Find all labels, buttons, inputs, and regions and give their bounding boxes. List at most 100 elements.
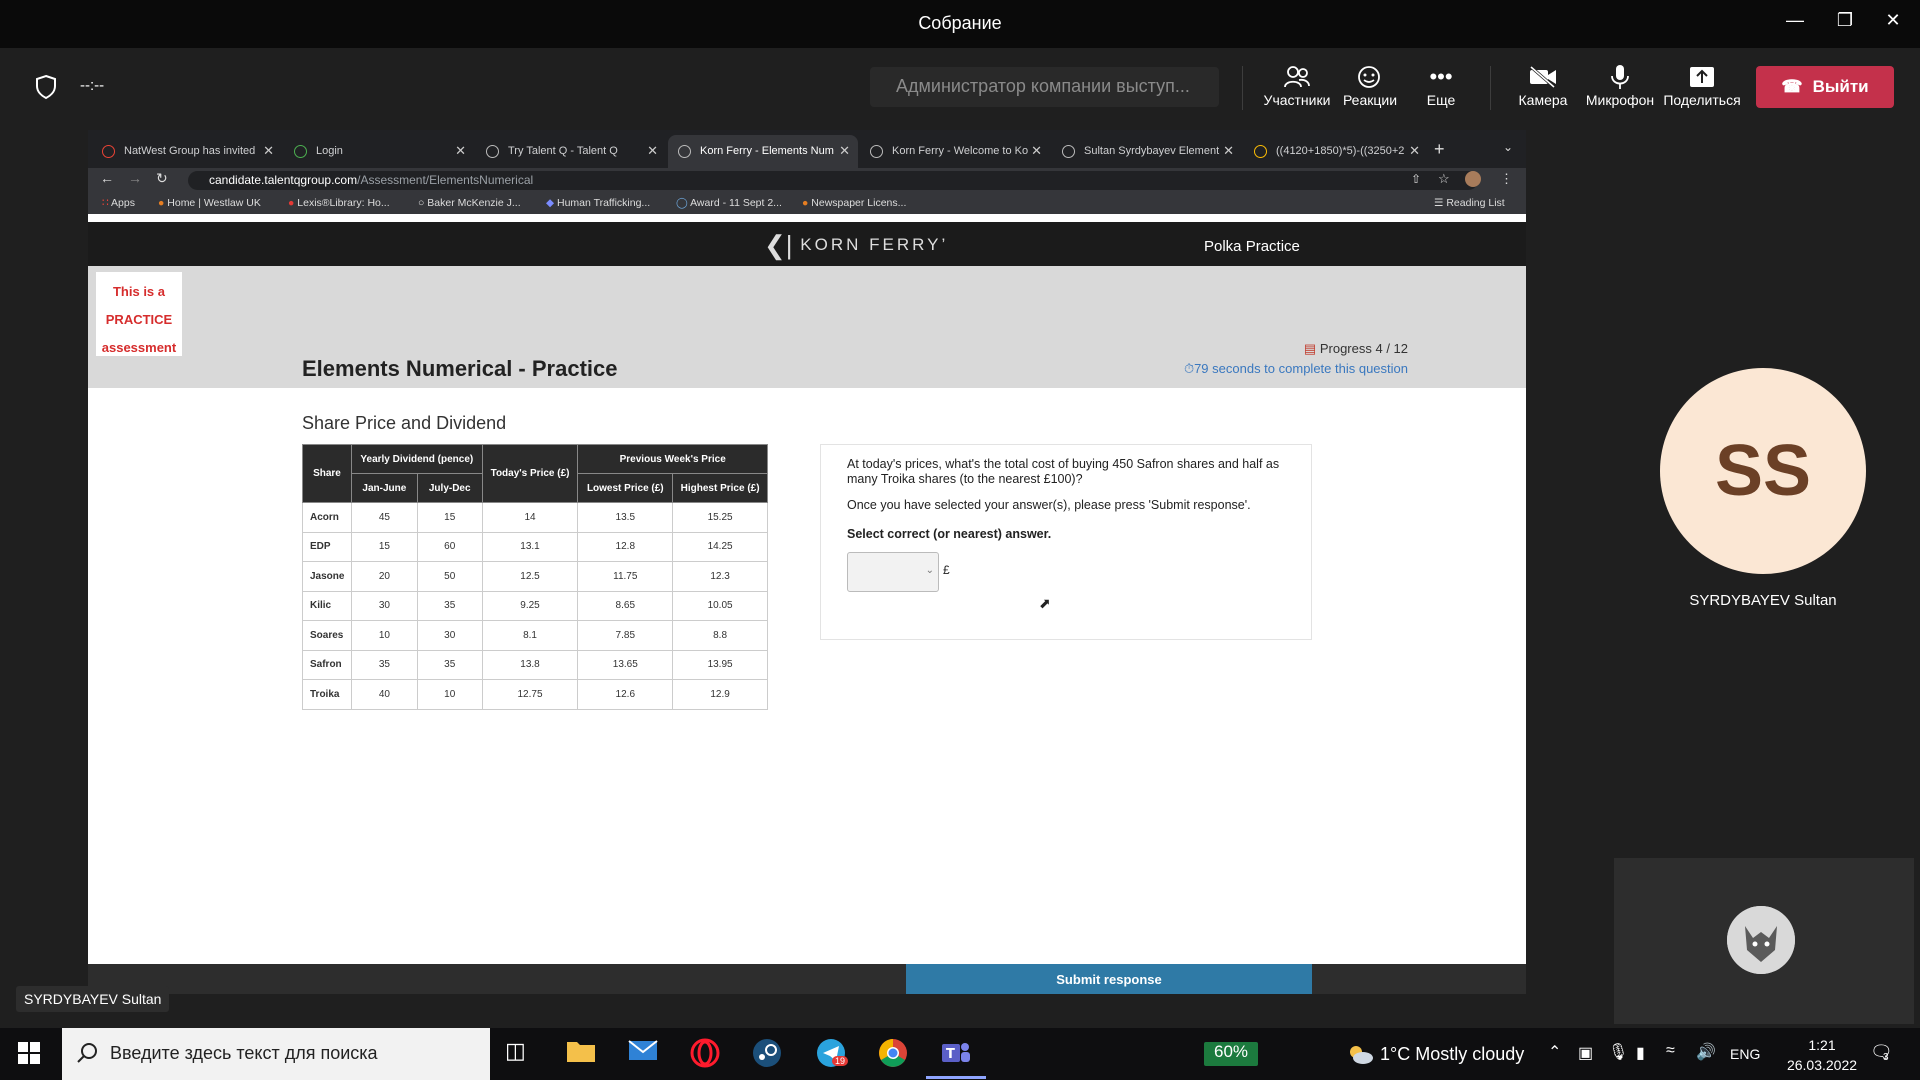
more-label: Еще (1426, 92, 1456, 108)
restore-icon[interactable]: ❐ (1830, 10, 1860, 36)
language-indicator[interactable]: ENG (1730, 1046, 1760, 1062)
progress-indicator: ▤ Progress 4 / 12 (1303, 341, 1408, 356)
task-view-icon[interactable]: ◫ (505, 1038, 537, 1070)
bookmark-award[interactable]: ◯ Award - 11 Sept 2... (676, 197, 782, 209)
back-icon[interactable]: ← (100, 170, 114, 186)
tab-strip: NatWest Group has invited ✕ Login ✕ Try Ta… (88, 130, 1526, 168)
close-tab-icon[interactable]: ✕ (839, 143, 850, 159)
google-icon (1254, 145, 1267, 158)
close-icon[interactable]: ✕ (1878, 10, 1908, 36)
forward-icon[interactable]: → (128, 170, 142, 186)
assessment-title: Elements Numerical - Practice (302, 356, 618, 381)
select-label: Select correct (or nearest) answer. (847, 527, 1052, 541)
minimize-icon[interactable]: — (1780, 10, 1810, 36)
notifications-icon[interactable]: 🗨 3 (1870, 1042, 1893, 1063)
volume-icon[interactable]: 🔊 (1696, 1042, 1716, 1062)
wifi-icon[interactable]: ≈ (1666, 1042, 1675, 1060)
instruction-text: Once you have selected your answer(s), p… (847, 498, 1251, 512)
header-today-price: Today's Price (£) (481, 444, 579, 503)
bookmark-lexis[interactable]: ● Lexis®Library: Ho... (288, 197, 390, 209)
close-tab-icon[interactable]: ✕ (263, 143, 274, 159)
table-row: Kilic 30 35 9.25 8.65 10.05 (302, 590, 768, 621)
search-icon (76, 1042, 98, 1069)
tab-korn-ferry-elements[interactable]: Korn Ferry - Elements Num ✕ (668, 135, 858, 168)
login-favicon-icon (294, 145, 307, 158)
bookmark-newspaper[interactable]: ● Newspaper Licens... (802, 197, 906, 209)
browser-window: NatWest Group has invited ✕ Login ✕ Try Ta… (88, 130, 1526, 994)
header-dividend: Yearly Dividend (pence) (350, 444, 483, 474)
opera-icon[interactable] (690, 1038, 722, 1070)
tab-sultan-element[interactable]: Sultan Syrdybayev Element ✕ (1052, 135, 1242, 168)
mouse-cursor-icon: ⬈ (1039, 595, 1051, 611)
participant-avatar: SS (1660, 368, 1866, 574)
tab-search-icon[interactable]: ⌄ (1503, 140, 1513, 154)
tray-chevron-up-icon[interactable]: ⌃ (1548, 1042, 1561, 1062)
answer-select[interactable]: ⌄ (847, 552, 939, 592)
self-avatar (1727, 906, 1795, 974)
header-highest-price: Highest Price (£) (672, 473, 768, 503)
taskbar-search-input[interactable]: Введите здесь текст для поиска (62, 1028, 490, 1080)
header-july-dec: July-Dec (416, 473, 483, 503)
camera-button[interactable]: Камера (1508, 62, 1578, 108)
mail-icon[interactable] (628, 1038, 660, 1070)
meet-now-icon[interactable]: ▣ (1578, 1043, 1593, 1063)
close-tab-icon[interactable]: ✕ (647, 143, 658, 159)
korn-ferry-logo: ❮| KORN FERRY’ (764, 230, 949, 260)
more-button[interactable]: ••• Еще (1408, 62, 1474, 108)
telegram-icon[interactable]: 19 (816, 1038, 849, 1070)
close-tab-icon[interactable]: ✕ (1031, 143, 1042, 159)
steam-icon[interactable] (752, 1038, 784, 1070)
close-tab-icon[interactable]: ✕ (1409, 143, 1420, 159)
tab-talent-q[interactable]: Try Talent Q - Talent Q ✕ (476, 135, 666, 168)
bookmark-star-icon[interactable]: ☆ (1438, 171, 1450, 187)
file-explorer-icon[interactable] (566, 1038, 598, 1070)
tab-natwest[interactable]: NatWest Group has invited ✕ (92, 135, 282, 168)
participants-button[interactable]: Участники (1262, 62, 1332, 108)
leave-label: Выйти (1812, 77, 1869, 96)
share-page-icon[interactable]: ⇧ (1411, 172, 1421, 186)
microphone-button[interactable]: Микрофон (1578, 62, 1662, 108)
active-app-indicator (926, 1076, 986, 1079)
teams-icon[interactable]: T (940, 1038, 972, 1070)
header-share: Share (302, 444, 352, 503)
browser-menu-icon[interactable]: ⋮ (1500, 171, 1513, 187)
weather-text[interactable]: 1°C Mostly cloudy (1380, 1044, 1524, 1065)
reactions-icon (1335, 62, 1405, 92)
windows-start-icon[interactable] (18, 1042, 40, 1069)
reload-icon[interactable]: ↻ (156, 170, 168, 187)
globe-icon (1062, 145, 1075, 158)
shield-bookmark-icon: ◯ (676, 197, 688, 209)
chrome-icon[interactable] (878, 1038, 910, 1070)
shield-icon (34, 74, 58, 105)
clock[interactable]: 1:21 26.03.2022 (1780, 1035, 1864, 1075)
lexis-icon: ● (288, 197, 295, 209)
question-panel: At today's prices, what's the total cost… (820, 444, 1312, 640)
close-tab-icon[interactable]: ✕ (1223, 143, 1234, 159)
tab-google-calc[interactable]: ((4120+1850)*5)-((3250+2 ✕ (1244, 135, 1428, 168)
bookmark-baker-mckenzie[interactable]: ○ Baker McKenzie J... (418, 197, 521, 209)
presenter-name-pill: SYRDYBAYEV Sultan (16, 986, 170, 1012)
tab-korn-ferry-welcome[interactable]: Korn Ferry - Welcome to Ko ✕ (860, 135, 1050, 168)
bookmark-apps[interactable]: ∷ Apps (102, 197, 135, 209)
battery-icon[interactable]: ▮ (1636, 1043, 1645, 1063)
close-tab-icon[interactable]: ✕ (455, 143, 466, 159)
submit-response-button[interactable]: Submit response (906, 964, 1312, 994)
practice-badge: This is a PRACTICE assessment (96, 272, 182, 356)
assessment-header-band: This is a PRACTICE assessment Elements N… (88, 266, 1526, 388)
bookmark-human-trafficking[interactable]: ◆ Human Trafficking... (546, 197, 650, 209)
profile-avatar[interactable] (1465, 171, 1481, 187)
table-row: Acorn 45 15 14 13.5 15.25 (302, 502, 768, 533)
reactions-label: Реакции (1342, 92, 1398, 108)
bookmark-westlaw[interactable]: ● Home | Westlaw UK (158, 197, 261, 209)
new-tab-icon[interactable]: + (1434, 139, 1445, 160)
reading-list-button[interactable]: ☰ Reading List (1434, 197, 1505, 209)
url-field[interactable]: candidate.talentqgroup.com/Assessment/El… (188, 171, 1478, 190)
battery-indicator[interactable]: 60% (1204, 1042, 1258, 1066)
tray-microphone-icon[interactable]: 🎙 (1608, 1042, 1628, 1062)
leave-button[interactable]: ☎ Выйти (1756, 66, 1894, 108)
reactions-button[interactable]: Реакции (1335, 62, 1405, 108)
tab-login[interactable]: Login ✕ (284, 135, 474, 168)
share-button[interactable]: Поделиться (1660, 62, 1744, 108)
microphone-label: Микрофон (1585, 92, 1655, 108)
svg-text:T: T (946, 1047, 955, 1062)
